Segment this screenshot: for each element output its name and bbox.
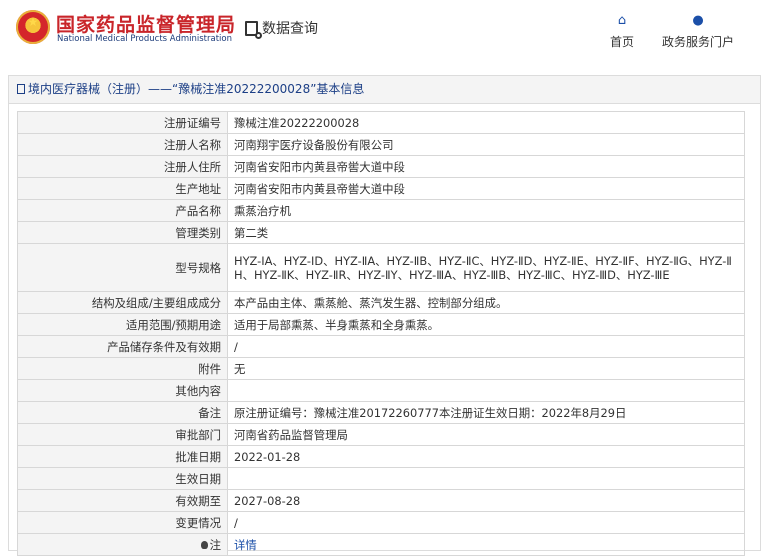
data-query-title: 数据查询 <box>245 18 318 39</box>
nav-home-label: 首页 <box>609 35 634 49</box>
table-row: 生产地址 河南省安阳市内黄县帝喾大道中段 <box>17 177 745 200</box>
nav-home[interactable]: ⌂ 首页 <box>606 14 638 50</box>
row-value: 原注册证编号：豫械注准20172260777本注册证生效日期：2022年8月29… <box>227 401 745 424</box>
row-value: / <box>227 511 745 534</box>
table-row: 有效期至 2027-08-28 <box>17 489 745 512</box>
panel-title: 境内医疗器械（注册）——“豫械注准20222200028”基本信息 <box>9 76 760 104</box>
row-label: 注册人名称 <box>17 133 228 156</box>
table-row: 审批部门 河南省药品监督管理局 <box>17 423 745 446</box>
lightbulb-icon <box>200 540 208 549</box>
row-label: 生产地址 <box>17 177 228 200</box>
row-value: 河南省安阳市内黄县帝喾大道中段 <box>227 155 745 178</box>
table-row: 备注 原注册证编号：豫械注准20172260777本注册证生效日期：2022年8月… <box>17 401 745 424</box>
table-row: 变更情况 / <box>17 511 745 534</box>
row-value: 河南省安阳市内黄县帝喾大道中段 <box>227 177 745 200</box>
row-label: 批准日期 <box>17 445 228 468</box>
row-value: HYZ-ⅠA、HYZ-ⅠD、HYZ-ⅡA、HYZ-ⅡB、HYZ-ⅡC、HYZ-Ⅱ… <box>227 243 745 292</box>
row-value <box>227 467 745 490</box>
nav-service-portal-label: 政务服务门户 <box>661 35 734 49</box>
row-label: 产品储存条件及有效期 <box>17 335 228 358</box>
row-label: 其他内容 <box>17 379 228 402</box>
national-emblem-icon: ★ <box>16 10 50 44</box>
table-row: 生效日期 <box>17 467 745 490</box>
row-value <box>227 379 745 402</box>
table-row: 管理类别 第二类 <box>17 221 745 244</box>
table-row: 结构及组成/主要组成成分 本产品由主体、熏蒸舱、蒸汽发生器、控制部分组成。 <box>17 291 745 314</box>
row-value: 适用于局部熏蒸、半身熏蒸和全身熏蒸。 <box>227 313 745 336</box>
data-query-label: 数据查询 <box>262 21 318 37</box>
row-label: 管理类别 <box>17 221 228 244</box>
detail-table: 注册证编号 豫械注准20222200028 注册人名称 河南翔宇医疗设备股份有限公司… <box>17 111 745 556</box>
row-value: 豫械注准20222200028 <box>227 111 745 134</box>
table-row: 注册人住所 河南省安阳市内黄县帝喾大道中段 <box>17 155 745 178</box>
row-value: 河南省药品监督管理局 <box>227 423 745 446</box>
table-row: 附件无 <box>17 357 745 380</box>
row-label: 产品名称 <box>17 199 228 222</box>
details-link[interactable]: 详情 <box>234 538 257 552</box>
row-value: 河南翔宇医疗设备股份有限公司 <box>227 133 745 156</box>
row-label: 注册人住所 <box>17 155 228 178</box>
document-icon <box>17 84 25 94</box>
nav-service-portal[interactable]: ● 政务服务门户 <box>660 14 736 50</box>
row-label: 备注 <box>17 401 228 424</box>
site-logo-english[interactable]: National Medical Products Administration <box>57 34 232 44</box>
row-label: 审批部门 <box>17 423 228 446</box>
note-label-text: 注 <box>209 537 221 552</box>
row-label: 变更情况 <box>17 511 228 534</box>
row-label: 附件 <box>17 357 228 380</box>
row-value: 本产品由主体、熏蒸舱、蒸汽发生器、控制部分组成。 <box>227 291 745 314</box>
table-row: 批准日期 2022-01-28 <box>17 445 745 468</box>
row-value: 熏蒸治疗机 <box>227 199 745 222</box>
note-value: 详情 <box>227 533 745 556</box>
user-icon: ● <box>692 13 704 28</box>
search-document-icon <box>245 21 262 39</box>
table-row: 注册证编号 豫械注准20222200028 <box>17 111 745 134</box>
row-value: 2022-01-28 <box>227 445 745 468</box>
note-label: 注 <box>17 533 228 556</box>
table-row: 产品名称 熏蒸治疗机 <box>17 199 745 222</box>
site-header: ★ 国家药品监督管理局 National Medical Products Ad… <box>0 0 762 60</box>
row-label: 注册证编号 <box>17 111 228 134</box>
table-row: 适用范围/预期用途 适用于局部熏蒸、半身熏蒸和全身熏蒸。 <box>17 313 745 336</box>
table-row: 型号规格 HYZ-ⅠA、HYZ-ⅠD、HYZ-ⅡA、HYZ-ⅡB、HYZ-ⅡC、H… <box>17 243 745 292</box>
row-value: 第二类 <box>227 221 745 244</box>
row-label: 有效期至 <box>17 489 228 512</box>
row-value: 无 <box>227 357 745 380</box>
row-value: / <box>227 335 745 358</box>
row-label: 结构及组成/主要组成成分 <box>17 291 228 314</box>
table-row: 其他内容 <box>17 379 745 402</box>
panel-title-text: 境内医疗器械（注册）——“豫械注准20222200028”基本信息 <box>28 82 365 96</box>
table-row: 产品储存条件及有效期 / <box>17 335 745 358</box>
row-label: 生效日期 <box>17 467 228 490</box>
row-label: 型号规格 <box>17 243 228 292</box>
row-label: 适用范围/预期用途 <box>17 313 228 336</box>
row-value: 2027-08-28 <box>227 489 745 512</box>
home-icon: ⌂ <box>617 13 627 28</box>
table-row: 注详情 <box>17 533 745 556</box>
table-row: 注册人名称 河南翔宇医疗设备股份有限公司 <box>17 133 745 156</box>
site-logo-chinese[interactable]: 国家药品监督管理局 <box>56 10 236 37</box>
